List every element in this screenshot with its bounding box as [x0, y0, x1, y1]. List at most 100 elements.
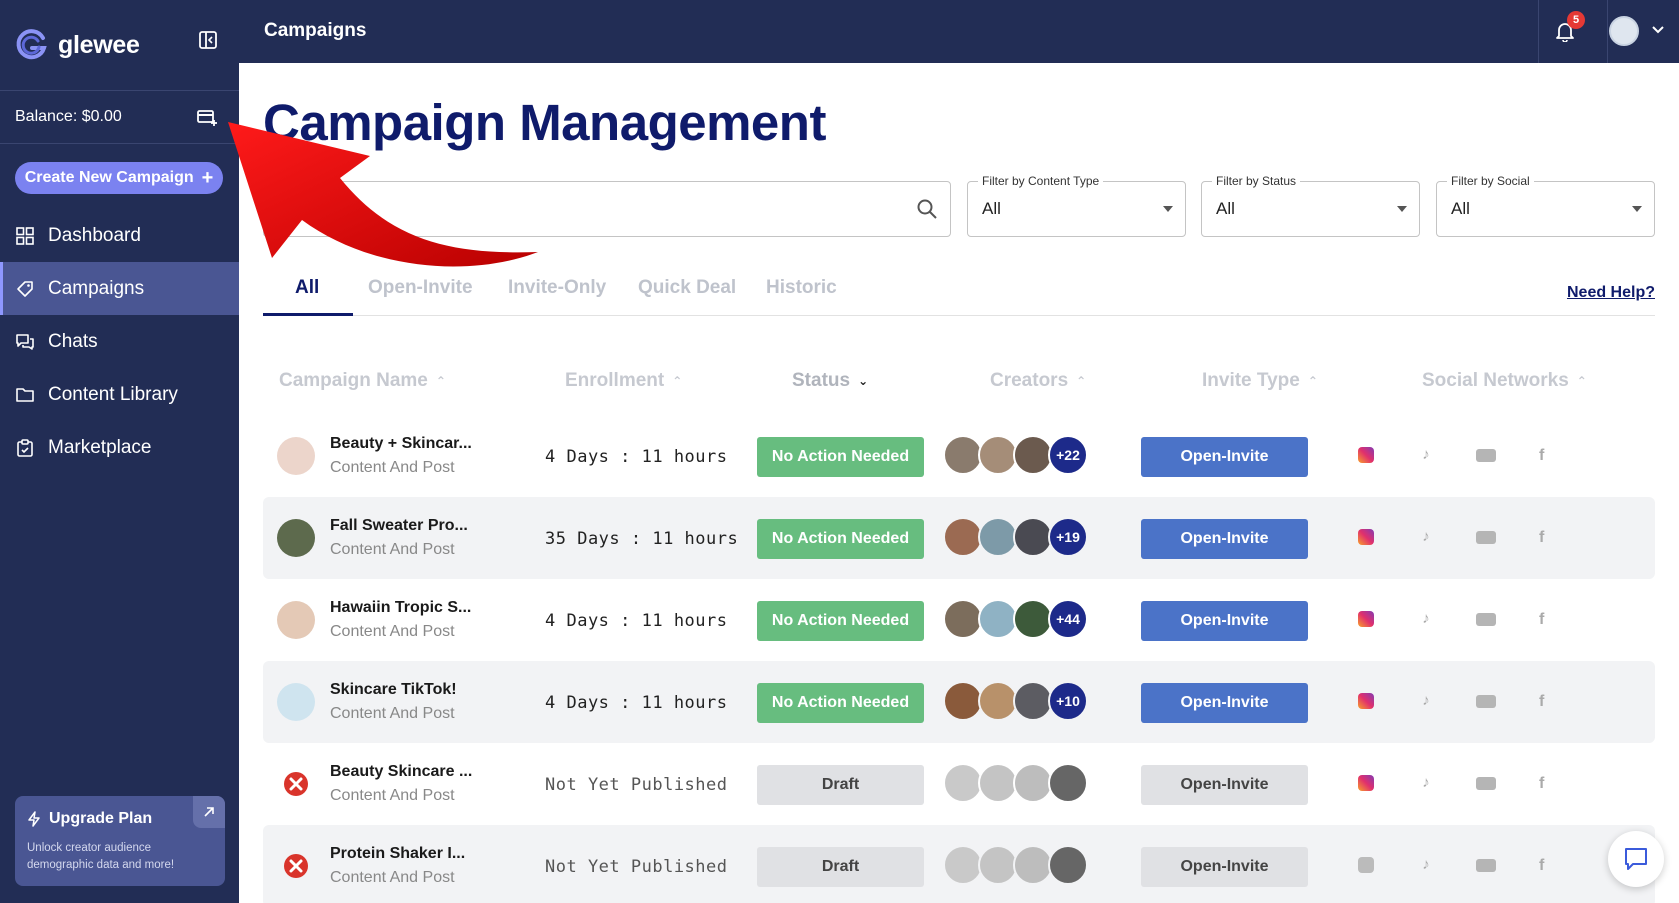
creator-avatars[interactable]: [943, 845, 1093, 885]
divider: [1538, 0, 1539, 63]
external-arrow-icon[interactable]: [193, 796, 225, 828]
instagram-icon[interactable]: [1358, 529, 1374, 545]
tag-icon: [17, 280, 33, 297]
creator-avatars[interactable]: +22: [943, 435, 1093, 475]
sidebar-item-marketplace[interactable]: Marketplace: [0, 421, 239, 474]
youtube-icon[interactable]: [1476, 613, 1496, 626]
tab-invite-only[interactable]: Invite-Only: [508, 277, 606, 299]
sidebar: glewee Balance: $0.00 Create New Campaig…: [0, 0, 239, 903]
campaign-type: Content And Post: [330, 459, 455, 476]
instagram-icon[interactable]: [1358, 857, 1374, 873]
youtube-icon[interactable]: [1476, 531, 1496, 544]
folder-icon: [16, 387, 34, 402]
table-row[interactable]: Fall Sweater Pro... Content And Post 35 …: [263, 497, 1655, 579]
status-badge: No Action Needed: [757, 519, 924, 559]
avatar-placeholder: [943, 845, 983, 885]
invite-type-button[interactable]: Open-Invite: [1141, 847, 1308, 887]
facebook-icon[interactable]: f: [1539, 775, 1555, 792]
column-header-status[interactable]: Status ⌄: [792, 370, 868, 392]
filter-label: Filter by Status: [1212, 174, 1301, 188]
column-header-invite-type[interactable]: Invite Type ⌃: [1202, 370, 1318, 392]
table-row[interactable]: Hawaiin Tropic S... Content And Post 4 D…: [263, 579, 1655, 661]
logo-row: glewee: [0, 0, 239, 91]
instagram-icon[interactable]: [1358, 447, 1374, 463]
need-help-link[interactable]: Need Help?: [1567, 284, 1655, 302]
column-header-enrollment[interactable]: Enrollment ⌃: [565, 370, 682, 392]
create-campaign-button[interactable]: Create New Campaign +: [15, 162, 223, 194]
facebook-icon[interactable]: f: [1539, 447, 1555, 464]
facebook-icon[interactable]: f: [1539, 693, 1555, 710]
chat-support-button[interactable]: [1608, 831, 1664, 887]
filter-label: Filter by Content Type: [978, 174, 1104, 188]
filter-content-type[interactable]: Filter by Content Type All: [967, 174, 1186, 237]
instagram-icon[interactable]: [1358, 775, 1374, 791]
column-header-social-networks[interactable]: Social Networks ⌃: [1422, 370, 1587, 392]
enrollment-time: Not Yet Published: [545, 775, 728, 795]
sidebar-item-chats[interactable]: Chats: [0, 315, 239, 368]
creator-avatars[interactable]: [943, 763, 1093, 803]
clipboard-icon: [17, 438, 33, 457]
youtube-icon[interactable]: [1476, 695, 1496, 708]
creator-avatars[interactable]: +19: [943, 517, 1093, 557]
facebook-icon[interactable]: f: [1539, 611, 1555, 628]
tab-quick-deal[interactable]: Quick Deal: [638, 277, 736, 299]
campaign-type: Content And Post: [330, 787, 455, 804]
youtube-icon[interactable]: [1476, 777, 1496, 790]
filter-status[interactable]: Filter by Status All: [1201, 174, 1420, 237]
chevron-down-icon[interactable]: [1651, 23, 1665, 37]
tiktok-icon[interactable]: ♪: [1418, 447, 1434, 463]
facebook-icon[interactable]: f: [1539, 529, 1555, 546]
tiktok-icon[interactable]: ♪: [1418, 611, 1434, 627]
chat-icon: [16, 333, 34, 350]
invite-type-button[interactable]: Open-Invite: [1141, 683, 1308, 723]
creator-avatars[interactable]: +44: [943, 599, 1093, 639]
tab-historic[interactable]: Historic: [766, 277, 837, 299]
campaign-thumbnail: [277, 437, 315, 475]
column-header-creators[interactable]: Creators ⌃: [990, 370, 1086, 392]
tab-all[interactable]: All: [295, 277, 319, 299]
error-icon: [284, 772, 308, 796]
avatar-placeholder: [1013, 845, 1053, 885]
invite-type-button[interactable]: Open-Invite: [1141, 437, 1308, 477]
chat-bubble-icon: [1625, 848, 1647, 870]
filter-value: All: [1451, 199, 1470, 218]
plus-icon: +: [201, 167, 214, 189]
tiktok-icon[interactable]: ♪: [1418, 693, 1434, 709]
tiktok-icon[interactable]: ♪: [1418, 529, 1434, 545]
creator-avatars[interactable]: +10: [943, 681, 1093, 721]
instagram-icon[interactable]: [1358, 611, 1374, 627]
invite-type-button[interactable]: Open-Invite: [1141, 601, 1308, 641]
column-header-label: Campaign Name: [279, 370, 428, 391]
table-row[interactable]: Beauty + Skincar... Content And Post 4 D…: [263, 415, 1655, 497]
campaign-name: Hawaiin Tropic S...: [330, 599, 472, 616]
invite-type-button[interactable]: Open-Invite: [1141, 765, 1308, 805]
column-header-campaign-name[interactable]: Campaign Name ⌃: [279, 370, 446, 392]
avatar: [1013, 681, 1053, 721]
filter-social[interactable]: Filter by Social All: [1436, 174, 1655, 237]
avatar-placeholder: [1048, 845, 1088, 885]
avatar[interactable]: [1609, 16, 1639, 46]
youtube-icon[interactable]: [1476, 449, 1496, 462]
tiktok-icon[interactable]: ♪: [1418, 775, 1434, 791]
search-input[interactable]: [263, 181, 951, 237]
search-icon[interactable]: [916, 198, 938, 220]
tiktok-icon[interactable]: ♪: [1418, 857, 1434, 873]
collapse-sidebar-icon[interactable]: [198, 30, 218, 50]
tab-open-invite[interactable]: Open-Invite: [368, 277, 473, 299]
youtube-icon[interactable]: [1476, 859, 1496, 872]
caret-down-icon: [1397, 206, 1407, 212]
sidebar-nav: Dashboard Campaigns Chats Content Librar…: [0, 209, 239, 474]
sidebar-item-content-library[interactable]: Content Library: [0, 368, 239, 421]
add-card-icon[interactable]: [197, 109, 217, 127]
table-row[interactable]: Protein Shaker I... Content And Post Not…: [263, 825, 1655, 903]
table-row[interactable]: Skincare TikTok! Content And Post 4 Days…: [263, 661, 1655, 743]
page-section-title: Campaigns: [264, 20, 367, 41]
facebook-icon[interactable]: f: [1539, 857, 1555, 874]
instagram-icon[interactable]: [1358, 693, 1374, 709]
table-row[interactable]: Beauty Skincare ... Content And Post Not…: [263, 743, 1655, 825]
sidebar-item-dashboard[interactable]: Dashboard: [0, 209, 239, 262]
invite-type-button[interactable]: Open-Invite: [1141, 519, 1308, 559]
upgrade-plan-card[interactable]: Upgrade Plan Unlock creator audience dem…: [15, 796, 225, 886]
column-header-label: Social Networks: [1422, 370, 1569, 391]
sidebar-item-campaigns[interactable]: Campaigns: [0, 262, 239, 315]
